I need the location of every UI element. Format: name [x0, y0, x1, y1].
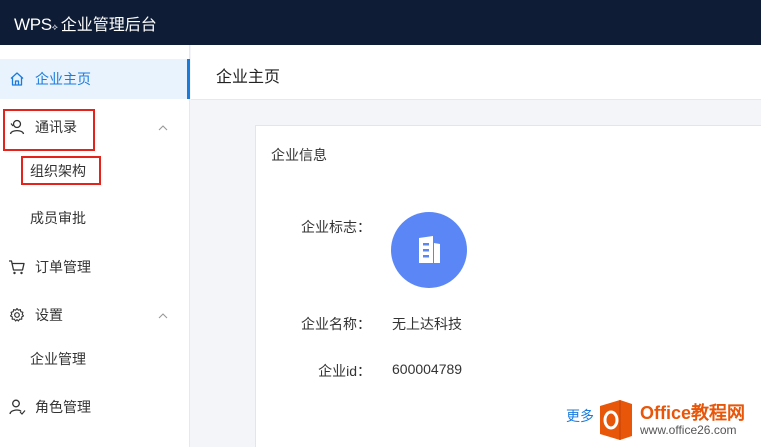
sidebar: 企业主页 通讯录 组织架构 成员审批 订单管理 设置 企业管理 角色管理	[0, 45, 190, 447]
app-title: 企业管理后台	[60, 16, 157, 34]
sidebar-item-label: 通讯录	[35, 119, 77, 135]
page-header: 企业主页	[191, 45, 761, 100]
sidebar-item-enterprise-management[interactable]: 企业管理	[0, 339, 190, 379]
cart-icon	[8, 258, 26, 276]
page-title: 企业主页	[216, 69, 281, 86]
chevron-up-icon	[157, 121, 169, 133]
name-value: 无上达科技	[392, 316, 462, 332]
chevron-up-icon	[157, 309, 169, 321]
sidebar-item-member-approval[interactable]: 成员审批	[0, 198, 190, 238]
sidebar-item-roles[interactable]: 角色管理	[0, 387, 190, 427]
sidebar-item-orders[interactable]: 订单管理	[0, 247, 190, 287]
sidebar-item-settings[interactable]: 设置	[0, 295, 190, 335]
sidebar-item-contacts[interactable]: 通讯录	[0, 107, 190, 147]
sidebar-item-label: 企业主页	[35, 71, 91, 87]
sidebar-item-label: 角色管理	[35, 399, 91, 415]
gear-icon	[8, 306, 26, 324]
user-role-icon	[8, 398, 26, 416]
building-icon	[419, 236, 440, 263]
sidebar-item-label: 订单管理	[35, 259, 91, 275]
wps-logo-mark: ⟡	[51, 21, 58, 32]
logo-label: 企业标志：	[301, 219, 371, 235]
top-bar: WPS ⟡ 企业管理后台	[0, 0, 761, 45]
wps-logo: WPS	[14, 14, 52, 34]
home-icon	[8, 70, 26, 88]
card-title: 企业信息	[271, 147, 327, 163]
sidebar-item-label: 组织架构	[30, 163, 86, 179]
watermark: Office教程网 www.office26.com	[596, 395, 761, 445]
enterprise-logo[interactable]	[391, 212, 467, 288]
sidebar-item-org-structure[interactable]: 组织架构	[0, 151, 190, 191]
sidebar-item-home[interactable]: 企业主页	[0, 59, 190, 99]
office-logo-icon	[596, 398, 636, 442]
sidebar-item-label: 设置	[35, 307, 63, 323]
brand[interactable]: WPS ⟡ 企业管理后台	[14, 11, 157, 35]
id-value: 600004789	[392, 361, 463, 377]
contacts-icon	[8, 118, 26, 136]
id-label: 企业id：	[318, 363, 371, 379]
watermark-title: Office教程网	[640, 403, 746, 423]
name-label: 企业名称：	[301, 316, 371, 332]
more-link[interactable]: 更多	[566, 406, 594, 426]
sidebar-item-label: 企业管理	[30, 351, 86, 367]
sidebar-item-label: 成员审批	[30, 210, 86, 226]
watermark-url: www.office26.com	[640, 423, 737, 437]
